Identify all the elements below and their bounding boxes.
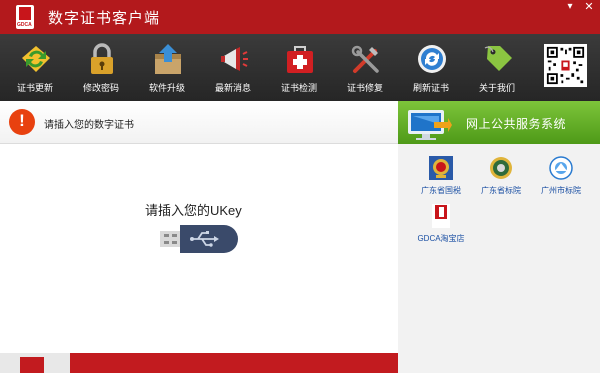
usb-key-icon (160, 225, 238, 253)
toolbar-cert-repair-button[interactable]: 证书修复 (332, 34, 398, 101)
link-guangdong-standards-institute[interactable]: 广东省标院 (468, 155, 532, 203)
toolbar-label: 关于我们 (478, 83, 515, 93)
ukey-prompt: 请插入您的UKey (145, 203, 242, 218)
update-arrows-icon (22, 46, 50, 72)
toolbar-label: 证书更新 (16, 83, 53, 93)
gdca-shop-icon (432, 204, 450, 228)
gdca-logo-icon (0, 353, 70, 373)
link-gdca-taobao-shop[interactable]: GDCA淘宝店 (408, 203, 472, 251)
toolbar-label: 修改密码 (82, 83, 119, 93)
tools-icon (351, 45, 379, 73)
toolbar-label: 软件升级 (148, 83, 185, 93)
refresh-icon (418, 45, 446, 73)
qr-code-icon (544, 44, 587, 87)
window-title: 数字证书客户端 (48, 10, 161, 27)
toolbar: 证书更新 修改密码 软件升级 最新消息 证书检测 证书修复 刷新证书 关于我们 (0, 34, 600, 101)
standards-institute-emblem-icon (490, 157, 512, 179)
link-label: 广州市标院 (541, 186, 581, 195)
link-guangzhou-standards-institute[interactable]: 广州市标院 (528, 155, 592, 203)
exclamation-icon: ! (9, 109, 35, 135)
toolbar-about-us-button[interactable]: 关于我们 (464, 34, 530, 101)
guangzhou-standards-emblem-icon (549, 156, 573, 180)
link-label: 广东省国税 (421, 186, 461, 195)
title-bar: GDCA 数字证书客户端 ▾ ✕ (0, 0, 600, 34)
services-banner: 网上公共服务系统 (398, 101, 600, 144)
toolbar-change-password-button[interactable]: 修改密码 (68, 34, 134, 101)
toolbar-cert-detect-button[interactable]: 证书检测 (266, 34, 332, 101)
logo-text: GDCA (17, 22, 32, 28)
toolbar-refresh-cert-button[interactable]: 刷新证书 (398, 34, 464, 101)
padlock-icon (91, 43, 113, 74)
window-menu-button[interactable]: ▾ (561, 0, 579, 16)
toolbar-label: 最新消息 (214, 83, 251, 93)
notice-text: 请插入您的数字证书 (44, 120, 134, 131)
link-guangdong-national-tax[interactable]: 广东省国税 (408, 155, 472, 203)
megaphone-icon (221, 47, 248, 71)
link-label: 广东省标院 (481, 186, 521, 195)
link-label: GDCA淘宝店 (417, 234, 465, 243)
tag-icon (484, 46, 512, 71)
toolbar-label: 证书检测 (280, 83, 317, 93)
toolbar-label: 刷新证书 (412, 83, 449, 93)
services-title: 网上公共服务系统 (466, 117, 567, 131)
first-aid-kit-icon (287, 46, 313, 73)
services-panel: 网上公共服务系统 广东省国税 广东省标院 广州市标院 GDCA淘宝店 (398, 101, 600, 373)
toolbar-latest-news-button[interactable]: 最新消息 (200, 34, 266, 101)
national-tax-emblem-icon (429, 156, 453, 180)
monitor-arrow-icon (408, 110, 452, 140)
gdca-logo-icon: GDCA (16, 5, 34, 29)
notice-bar: ! 请插入您的数字证书 (0, 101, 398, 144)
window-close-button[interactable]: ✕ (580, 0, 598, 16)
main-content: 请插入您的UKey (0, 144, 398, 353)
toolbar-cert-update-button[interactable]: 证书更新 (2, 34, 68, 101)
box-upgrade-icon (155, 44, 181, 74)
toolbar-label: 证书修复 (346, 83, 383, 93)
toolbar-software-upgrade-button[interactable]: 软件升级 (134, 34, 200, 101)
